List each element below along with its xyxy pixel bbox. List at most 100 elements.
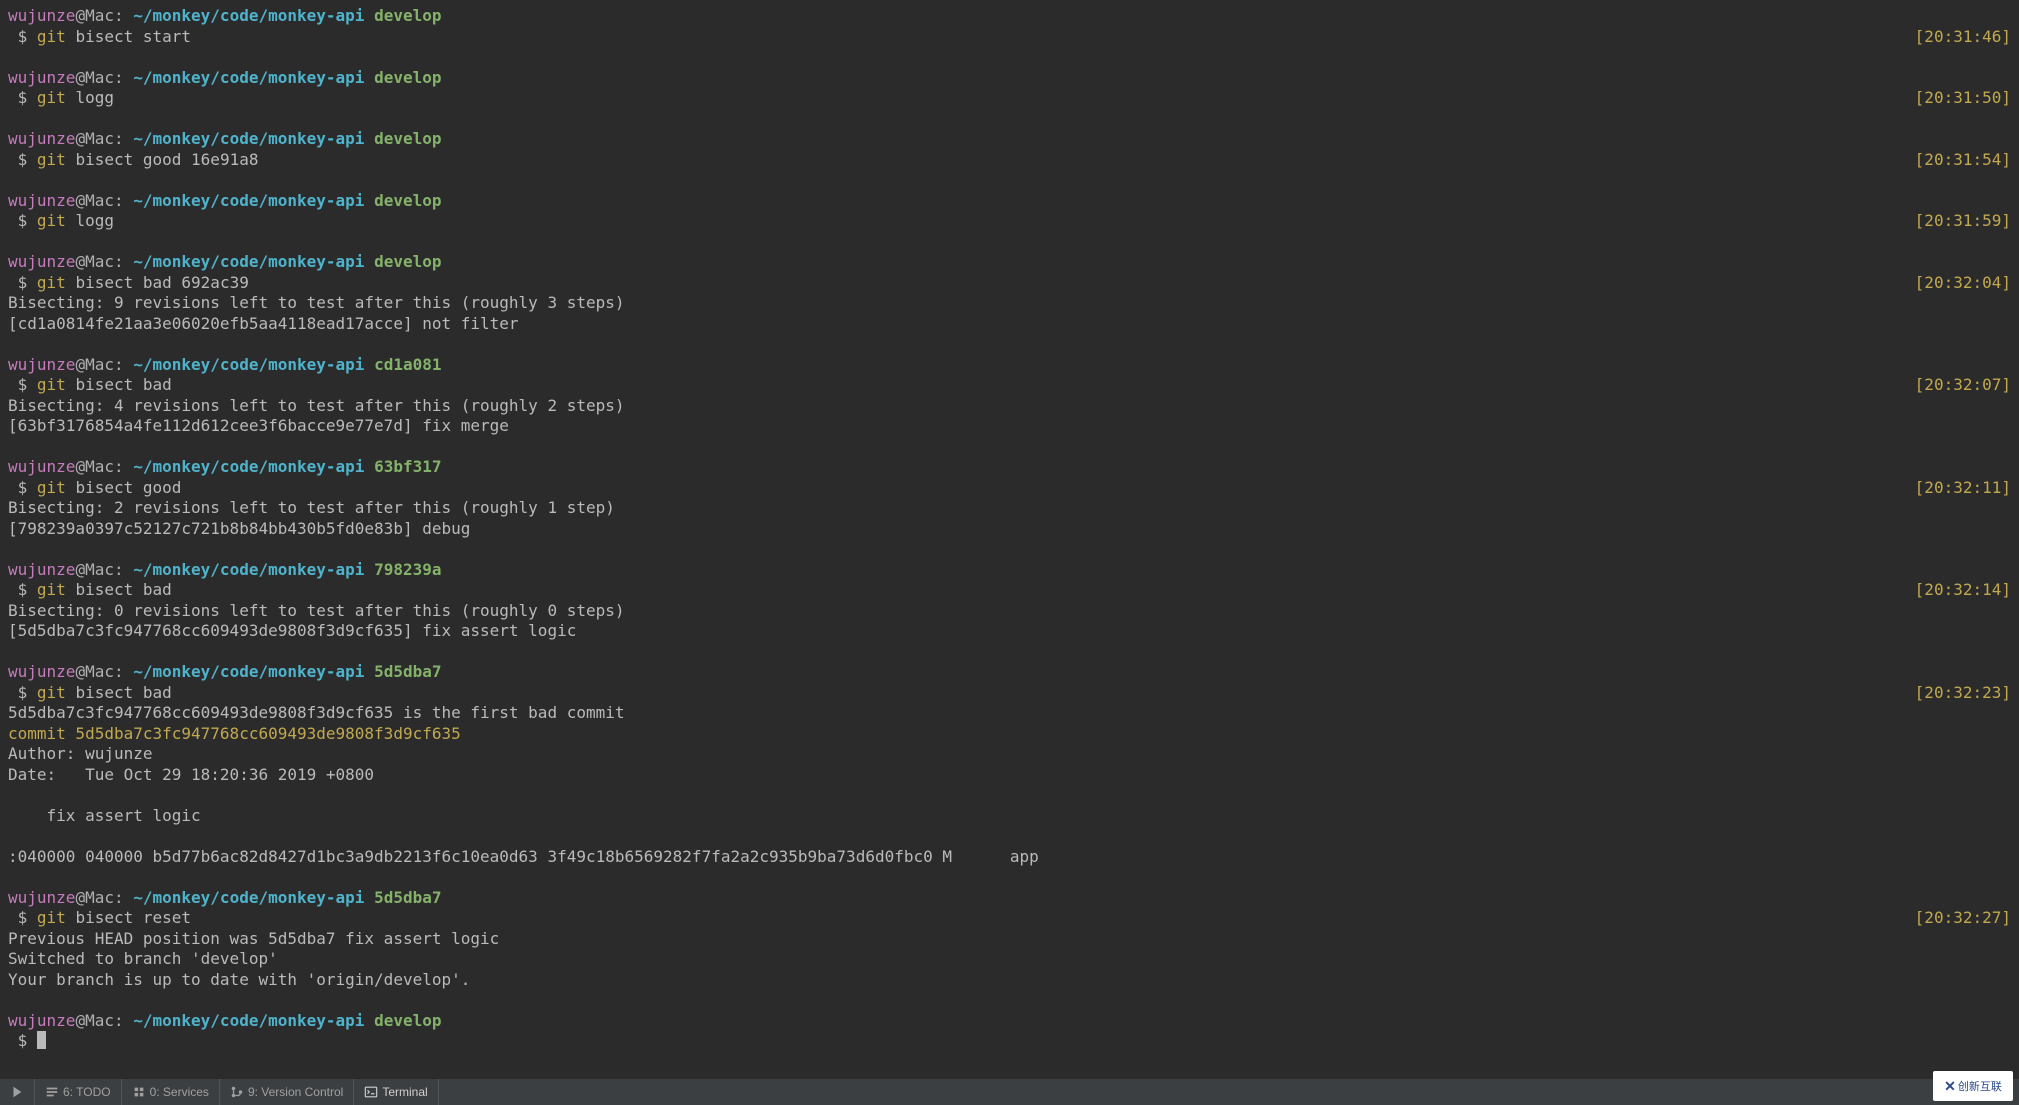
prompt-branch: 798239a	[374, 560, 441, 579]
prompt-symbol: $	[8, 478, 37, 497]
terminal-command-line[interactable]: $ git bisect reset[20:32:27]	[8, 908, 2011, 929]
watermark-text: 创新互联	[1958, 1078, 2002, 1094]
statusbar-btn-vcs[interactable]: 9: Version Control	[220, 1079, 354, 1105]
prompt-path: ~/monkey/code/monkey-api	[133, 68, 364, 87]
prompt-branch: develop	[374, 191, 441, 210]
prompt-path: ~/monkey/code/monkey-api	[133, 355, 364, 374]
prompt-symbol: $	[8, 1031, 37, 1050]
terminal-prompt-line: wujunze@Mac: ~/monkey/code/monkey-api de…	[8, 1011, 2011, 1032]
prompt-symbol: $	[8, 27, 37, 46]
output-text: :040000 040000 b5d77b6ac82d8427d1bc3a9db…	[8, 847, 1039, 866]
terminal-command-line[interactable]: $ git bisect bad[20:32:14]	[8, 580, 2011, 601]
terminal-command-line[interactable]: $ git bisect good 16e91a8[20:31:54]	[8, 150, 2011, 171]
statusbar-btn-run[interactable]	[0, 1079, 35, 1105]
prompt-host: @Mac:	[75, 355, 133, 374]
command-args: bisect bad	[66, 683, 172, 702]
terminal-prompt-line: wujunze@Mac: ~/monkey/code/monkey-api 63…	[8, 457, 2011, 478]
command-args: logg	[66, 88, 114, 107]
prompt-user: wujunze	[8, 129, 75, 148]
command-timestamp: [20:32:14]	[1901, 580, 2011, 601]
command-git: git	[37, 27, 66, 46]
terminal-command-line[interactable]: $	[8, 1031, 2011, 1052]
command-timestamp: [20:32:27]	[1901, 908, 2011, 929]
terminal-output-line: Date: Tue Oct 29 18:20:36 2019 +0800	[8, 765, 2011, 786]
prompt-host: @Mac:	[75, 252, 133, 271]
terminal-blank-line	[8, 437, 2011, 458]
terminal-command-line[interactable]: $ git bisect bad 692ac39[20:32:04]	[8, 273, 2011, 294]
prompt-user: wujunze	[8, 1011, 75, 1030]
command-timestamp: [20:32:23]	[1901, 683, 2011, 704]
prompt-branch: 5d5dba7	[374, 662, 441, 681]
terminal-output-line: Previous HEAD position was 5d5dba7 fix a…	[8, 929, 2011, 950]
output-text: Your branch is up to date with 'origin/d…	[8, 970, 470, 989]
prompt-path: ~/monkey/code/monkey-api	[133, 129, 364, 148]
prompt-symbol: $	[8, 150, 37, 169]
prompt-path: ~/monkey/code/monkey-api	[133, 1011, 364, 1030]
terminal-command-line[interactable]: $ git logg[20:31:50]	[8, 88, 2011, 109]
terminal-output-line: Bisecting: 9 revisions left to test afte…	[8, 293, 2011, 314]
command-args: bisect reset	[66, 908, 191, 927]
prompt-path: ~/monkey/code/monkey-api	[133, 252, 364, 271]
prompt-branch: develop	[374, 129, 441, 148]
terminal-cursor	[37, 1031, 46, 1049]
terminal-blank-line	[8, 867, 2011, 888]
output-text: [798239a0397c52127c721b8b84bb430b5fd0e83…	[8, 519, 470, 538]
ide-statusbar: 6: TODO 0: Services 9: Version Control T…	[0, 1079, 2019, 1105]
terminal-output-line: [63bf3176854a4fe112d612cee3f6bacce9e77e7…	[8, 416, 2011, 437]
terminal-blank-line	[8, 642, 2011, 663]
prompt-symbol: $	[8, 88, 37, 107]
terminal-command-line[interactable]: $ git bisect bad[20:32:23]	[8, 683, 2011, 704]
terminal-output-line: Your branch is up to date with 'origin/d…	[8, 970, 2011, 991]
terminal-output-line: 5d5dba7c3fc947768cc609493de9808f3d9cf635…	[8, 703, 2011, 724]
terminal-output-line	[8, 785, 2011, 806]
statusbar-terminal-label: Terminal	[382, 1085, 427, 1099]
terminal-command-line[interactable]: $ git bisect bad[20:32:07]	[8, 375, 2011, 396]
terminal-output-line	[8, 826, 2011, 847]
prompt-symbol: $	[8, 211, 37, 230]
output-text: Bisecting: 4 revisions left to test afte…	[8, 396, 625, 415]
prompt-symbol: $	[8, 375, 37, 394]
statusbar-btn-services[interactable]: 0: Services	[122, 1079, 220, 1105]
terminal-command-line[interactable]: $ git logg[20:31:59]	[8, 211, 2011, 232]
output-text: [cd1a0814fe21aa3e06020efb5aa4118ead17acc…	[8, 314, 519, 333]
watermark-logo: ✕创新互联	[1933, 1071, 2013, 1101]
terminal-command-line[interactable]: $ git bisect start[20:31:46]	[8, 27, 2011, 48]
terminal-output-line: [cd1a0814fe21aa3e06020efb5aa4118ead17acc…	[8, 314, 2011, 335]
prompt-host: @Mac:	[75, 888, 133, 907]
terminal-prompt-line: wujunze@Mac: ~/monkey/code/monkey-api de…	[8, 6, 2011, 27]
statusbar-btn-todo[interactable]: 6: TODO	[35, 1079, 122, 1105]
prompt-host: @Mac:	[75, 457, 133, 476]
prompt-path: ~/monkey/code/monkey-api	[133, 191, 364, 210]
terminal-output-line: Bisecting: 2 revisions left to test afte…	[8, 498, 2011, 519]
statusbar-btn-terminal[interactable]: Terminal	[354, 1079, 438, 1105]
prompt-user: wujunze	[8, 888, 75, 907]
command-git: git	[37, 580, 66, 599]
terminal-viewport[interactable]: wujunze@Mac: ~/monkey/code/monkey-api de…	[0, 0, 2019, 1052]
terminal-output-line: :040000 040000 b5d77b6ac82d8427d1bc3a9db…	[8, 847, 2011, 868]
output-text: Bisecting: 9 revisions left to test afte…	[8, 293, 625, 312]
terminal-command-line[interactable]: $ git bisect good[20:32:11]	[8, 478, 2011, 499]
terminal-blank-line	[8, 109, 2011, 130]
terminal-output-line: Switched to branch 'develop'	[8, 949, 2011, 970]
terminal-prompt-line: wujunze@Mac: ~/monkey/code/monkey-api 5d…	[8, 662, 2011, 683]
prompt-user: wujunze	[8, 355, 75, 374]
output-text: 5d5dba7c3fc947768cc609493de9808f3d9cf635…	[8, 703, 625, 722]
output-text: Bisecting: 0 revisions left to test afte…	[8, 601, 625, 620]
prompt-branch: 5d5dba7	[374, 888, 441, 907]
output-text: [63bf3176854a4fe112d612cee3f6bacce9e77e7…	[8, 416, 509, 435]
statusbar-vcs-label: 9: Version Control	[248, 1085, 343, 1099]
output-text: Switched to branch 'develop'	[8, 949, 278, 968]
terminal-prompt-line: wujunze@Mac: ~/monkey/code/monkey-api 5d…	[8, 888, 2011, 909]
command-timestamp: [20:31:54]	[1901, 150, 2011, 171]
terminal-blank-line	[8, 539, 2011, 560]
prompt-user: wujunze	[8, 457, 75, 476]
prompt-host: @Mac:	[75, 191, 133, 210]
output-text	[8, 826, 18, 845]
prompt-path: ~/monkey/code/monkey-api	[133, 888, 364, 907]
command-git: git	[37, 375, 66, 394]
command-git: git	[37, 683, 66, 702]
output-text: Author: wujunze	[8, 744, 162, 763]
prompt-user: wujunze	[8, 252, 75, 271]
command-args: bisect start	[66, 27, 191, 46]
command-timestamp: [20:31:50]	[1901, 88, 2011, 109]
